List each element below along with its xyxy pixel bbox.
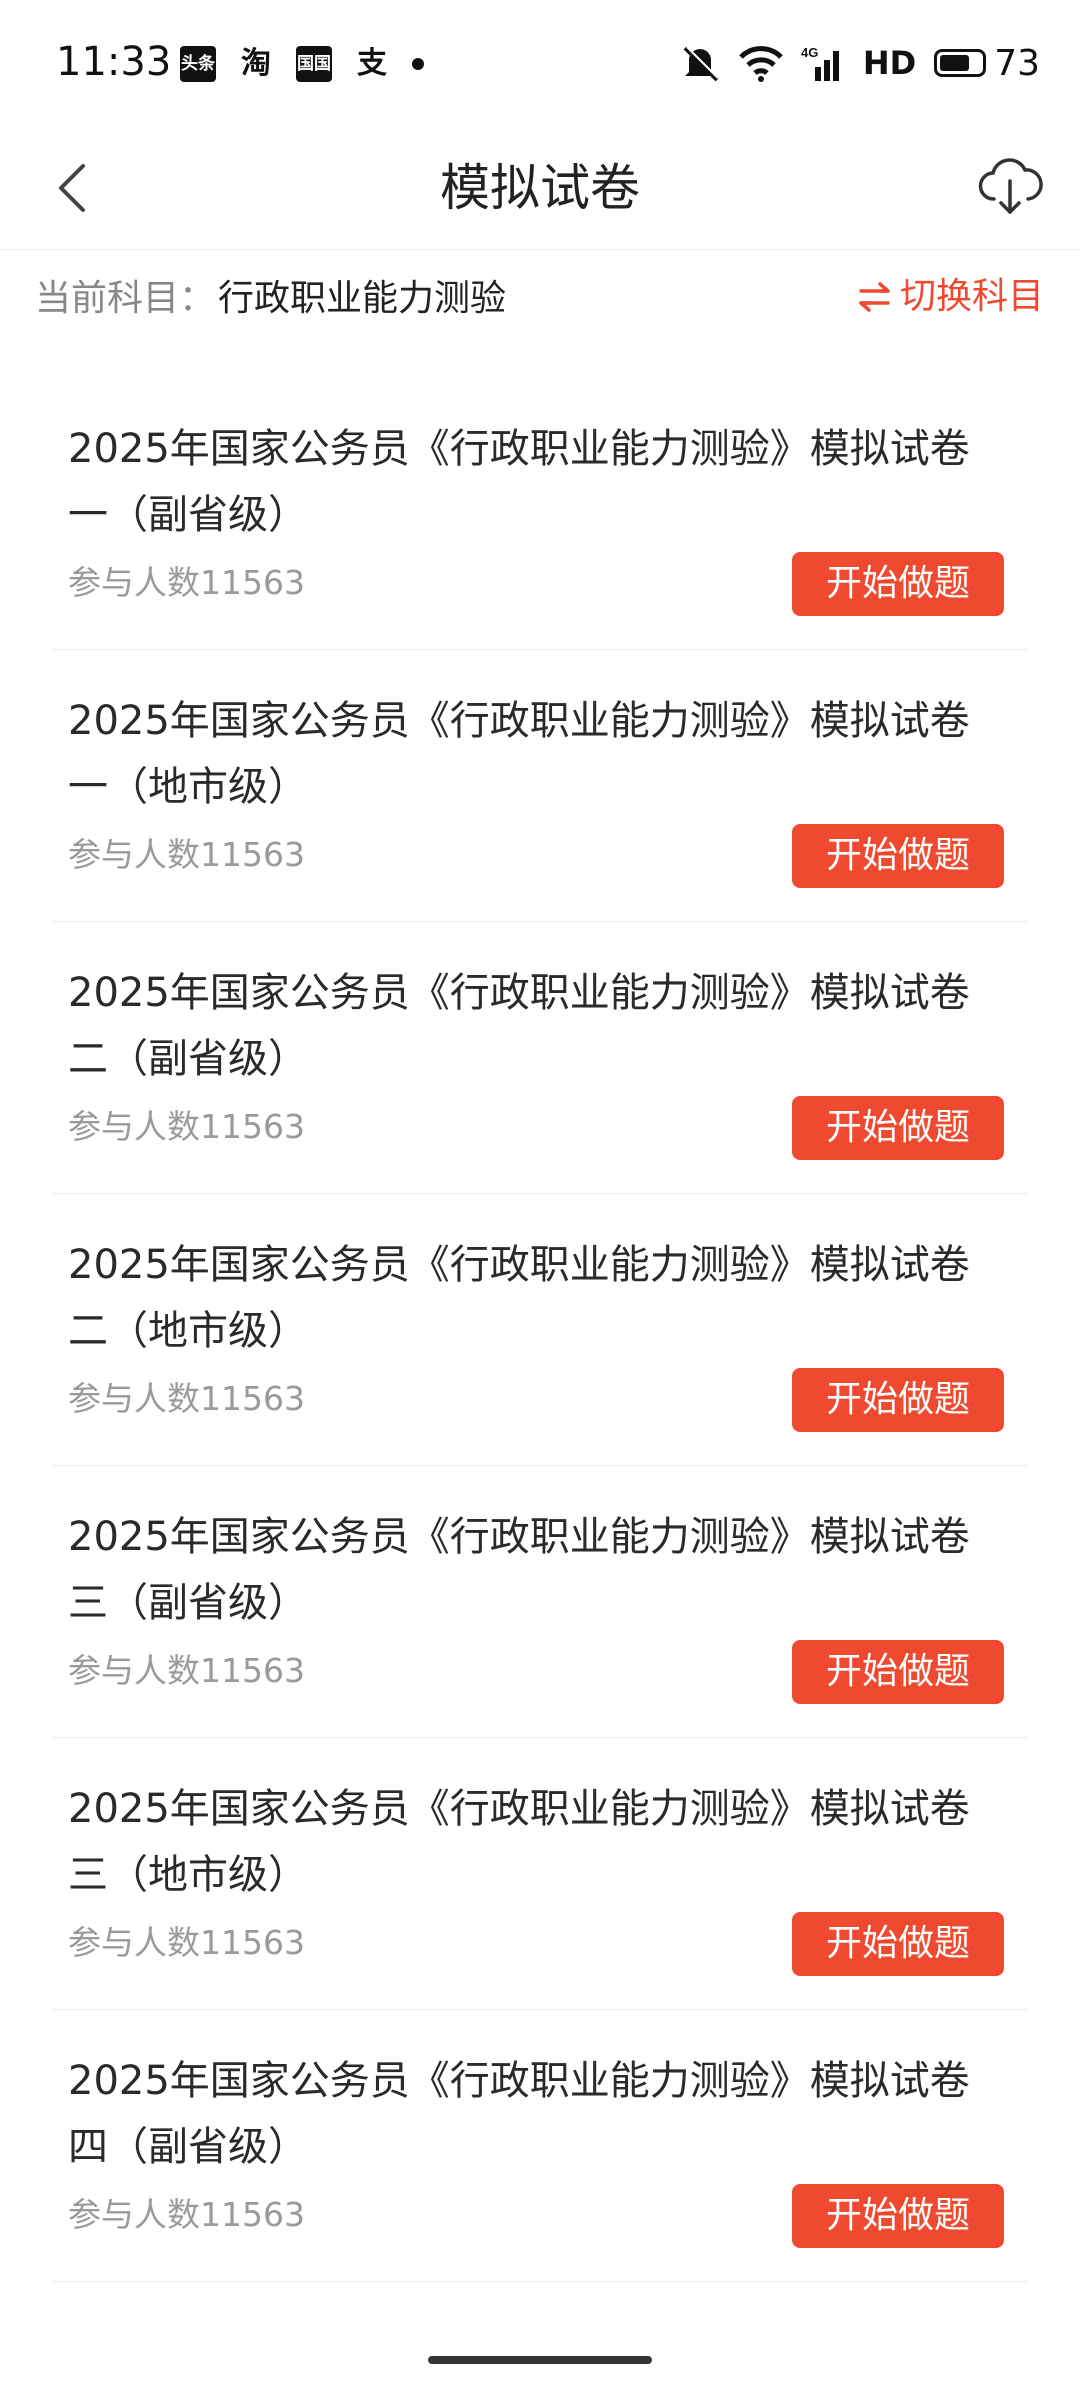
participant-count: 参与人数11563 bbox=[68, 835, 305, 874]
alipay-app-icon: 支 bbox=[357, 46, 387, 81]
wifi-icon bbox=[739, 43, 783, 83]
participant-count: 参与人数11563 bbox=[68, 1923, 305, 1962]
paper-title: 2025年国家公务员《行政职业能力测验》模拟试卷一（地市级） bbox=[68, 698, 970, 810]
switch-subject-button[interactable]: 切换科目 bbox=[858, 272, 1044, 322]
page-title: 模拟试卷 bbox=[440, 159, 640, 217]
cellular-signal-icon: 4G bbox=[801, 43, 845, 83]
status-time: 11:33 bbox=[56, 39, 172, 85]
toutiao-app-icon: 头条 bbox=[180, 46, 216, 82]
start-practice-button[interactable]: 开始做题 bbox=[792, 1640, 1004, 1704]
start-practice-button[interactable]: 开始做题 bbox=[792, 1368, 1004, 1432]
paper-title: 2025年国家公务员《行政职业能力测验》模拟试卷二（地市级） bbox=[68, 1242, 970, 1354]
paper-title: 2025年国家公务员《行政职业能力测验》模拟试卷三（副省级） bbox=[68, 1514, 970, 1626]
battery-icon bbox=[934, 49, 987, 77]
download-button[interactable] bbox=[970, 147, 1050, 227]
start-practice-button[interactable]: 开始做题 bbox=[792, 824, 1004, 888]
list-item[interactable]: 2025年国家公务员《行政职业能力测验》模拟试卷三（副省级） 参与人数11563… bbox=[52, 1466, 1028, 1738]
paper-list: 2025年国家公务员《行政职业能力测验》模拟试卷一（副省级） 参与人数11563… bbox=[0, 378, 1080, 2282]
navigation-bar: 模拟试卷 bbox=[0, 125, 1080, 250]
taobao-app-icon: 淘 bbox=[241, 46, 271, 81]
notification-icons: 头条 淘 国国 支 bbox=[180, 44, 424, 84]
participant-count: 参与人数11563 bbox=[68, 1107, 305, 1146]
participant-count: 参与人数11563 bbox=[68, 2195, 305, 2234]
list-item[interactable]: 2025年国家公务员《行政职业能力测验》模拟试卷三（地市级） 参与人数11563… bbox=[52, 1738, 1028, 2010]
paper-title: 2025年国家公务员《行政职业能力测验》模拟试卷二（副省级） bbox=[68, 970, 970, 1082]
start-practice-button[interactable]: 开始做题 bbox=[792, 1912, 1004, 1976]
news-app-icon: 国国 bbox=[296, 46, 332, 82]
list-item[interactable]: 2025年国家公务员《行政职业能力测验》模拟试卷一（地市级） 参与人数11563… bbox=[52, 650, 1028, 922]
list-item[interactable]: 2025年国家公务员《行政职业能力测验》模拟试卷一（副省级） 参与人数11563… bbox=[52, 378, 1028, 650]
vibrate-mute-icon bbox=[679, 42, 721, 84]
participant-count: 参与人数11563 bbox=[68, 1651, 305, 1690]
swap-arrows-icon bbox=[859, 282, 890, 312]
current-subject-label: 当前科目： bbox=[35, 278, 216, 319]
battery-indicator: 73 bbox=[934, 43, 1040, 84]
current-subject-row: 当前科目： 行政职业能力测验 切换科目 bbox=[0, 250, 1080, 350]
list-item[interactable]: 2025年国家公务员《行政职业能力测验》模拟试卷二（地市级） 参与人数11563… bbox=[52, 1194, 1028, 1466]
start-practice-button[interactable]: 开始做题 bbox=[792, 1096, 1004, 1160]
system-status-icons: 4G HD 73 bbox=[679, 38, 1040, 88]
start-practice-button[interactable]: 开始做题 bbox=[792, 2184, 1004, 2248]
more-notifications-dot-icon bbox=[412, 58, 424, 70]
participant-count: 参与人数11563 bbox=[68, 1379, 305, 1418]
current-subject-value: 行政职业能力测验 bbox=[218, 278, 507, 319]
list-item[interactable]: 2025年国家公务员《行政职业能力测验》模拟试卷二（副省级） 参与人数11563… bbox=[52, 922, 1028, 1194]
battery-level: 73 bbox=[994, 42, 1040, 84]
status-bar: 11:33 头条 淘 国国 支 4G HD 73 bbox=[0, 0, 1080, 125]
switch-subject-label: 切换科目 bbox=[899, 276, 1044, 317]
list-item[interactable]: 2025年国家公务员《行政职业能力测验》模拟试卷四（副省级） 参与人数11563… bbox=[52, 2010, 1028, 2282]
start-practice-button[interactable]: 开始做题 bbox=[792, 552, 1004, 616]
home-indicator[interactable] bbox=[428, 2356, 652, 2364]
cloud-download-icon bbox=[978, 158, 1043, 214]
paper-title: 2025年国家公务员《行政职业能力测验》模拟试卷三（地市级） bbox=[68, 1786, 970, 1898]
network-type-label: 4G bbox=[801, 45, 818, 60]
hd-voice-label: HD bbox=[862, 44, 917, 82]
paper-title: 2025年国家公务员《行政职业能力测验》模拟试卷一（副省级） bbox=[68, 426, 970, 538]
paper-title: 2025年国家公务员《行政职业能力测验》模拟试卷四（副省级） bbox=[68, 2058, 970, 2170]
participant-count: 参与人数11563 bbox=[68, 563, 305, 602]
